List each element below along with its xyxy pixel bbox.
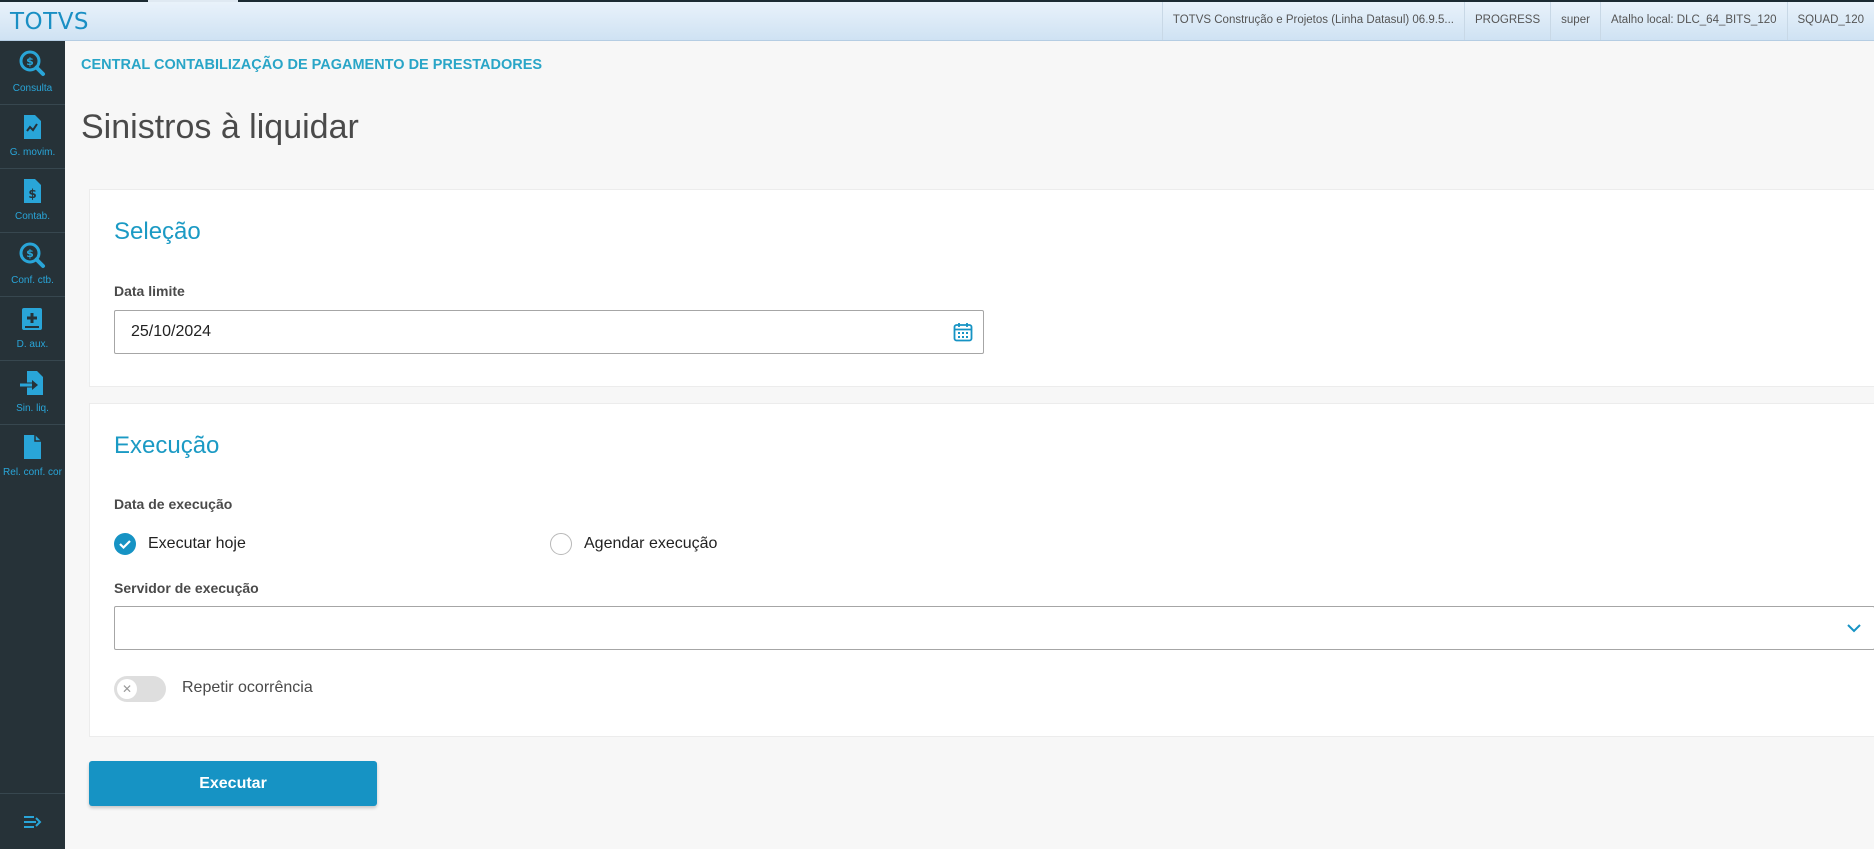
top-bar: TOTVS TOTVS Construção e Projetos (Linha… [0,0,1874,41]
server-label: Servidor de execução [114,580,259,596]
breadcrumb: CENTRAL CONTABILIZAÇÃO DE PAGAMENTO DE P… [81,57,543,73]
search-dollar-icon: $ [19,50,45,76]
sidebar-item-label: Contab. [14,211,51,222]
svg-text:$: $ [28,187,36,201]
chevron-down-icon [1847,624,1861,633]
sidebar-item-contab[interactable]: $ Contab. [0,169,65,233]
repeat-toggle-label: Repetir ocorrência [182,679,313,696]
date-limit-input[interactable]: 25/10/2024 [114,310,984,354]
radio-agendar-execucao[interactable] [550,533,572,555]
date-limit-value: 25/10/2024 [131,323,212,340]
sidebar-item-sin-liq[interactable]: Sin. liq. [0,361,65,425]
sidebar-item-label: D. aux. [16,339,49,350]
squad-info: SQUAD_120 [1786,2,1874,40]
user-info: super [1550,2,1600,40]
calendar-icon[interactable] [953,322,973,342]
repeat-toggle[interactable]: ✕ [114,676,166,702]
shortcut-info: Atalho local: DLC_64_BITS_120 [1599,2,1787,40]
file-chart-icon [24,115,41,139]
execution-panel: Execução Data de execução Executar hoje … [89,403,1874,737]
file-dollar-icon: $ [24,179,41,203]
book-plus-icon [22,308,42,330]
sidebar-item-rel-conf[interactable]: Rel. conf. cor [0,425,65,489]
sidebar-item-label: Sin. liq. [16,403,49,414]
sidebar: $ Consulta G. movim. $ Contab. $ Conf. c… [0,41,65,849]
sidebar-item-label: Conf. ctb. [11,275,54,286]
page-title: Sinistros à liquidar [81,108,359,146]
brand-logo: TOTVS [10,9,90,35]
sidebar-item-d-aux[interactable]: D. aux. [0,297,65,361]
execution-date-label: Data de execução [114,496,233,512]
execute-button[interactable]: Executar [89,761,377,806]
check-icon [119,540,131,550]
sidebar-item-label: G. movim. [9,147,56,158]
sidebar-item-conf-ctb[interactable]: $ Conf. ctb. [0,233,65,297]
database-info: PROGRESS [1463,2,1550,40]
session-info: TOTVS Construção e Projetos (Linha Datas… [1161,2,1874,40]
sidebar-item-consulta[interactable]: $ Consulta [0,41,65,105]
sidebar-item-label: Rel. conf. cor [3,467,62,478]
toggle-off-icon: ✕ [117,679,137,699]
file-icon [24,435,41,459]
svg-text:$: $ [26,55,34,68]
sidebar-footer [0,793,65,849]
search-dollar-icon: $ [19,242,45,268]
file-export-icon [20,371,43,395]
product-info: TOTVS Construção e Projetos (Linha Datas… [1161,2,1464,40]
execution-title: Execução [114,432,220,459]
svg-text:$: $ [26,247,34,260]
sidebar-item-label: Consulta [12,83,53,94]
sidebar-item-g-movim[interactable]: G. movim. [0,105,65,169]
menu-collapse-icon[interactable] [23,814,43,830]
radio-agendar-execucao-label[interactable]: Agendar execução [584,535,717,553]
selection-title: Seleção [114,218,201,245]
radio-executar-hoje-label[interactable]: Executar hoje [148,535,246,553]
selection-panel: Seleção Data limite 25/10/2024 [89,189,1874,387]
server-select[interactable] [114,606,1874,650]
date-limit-label: Data limite [114,283,185,299]
radio-executar-hoje[interactable] [114,533,136,555]
